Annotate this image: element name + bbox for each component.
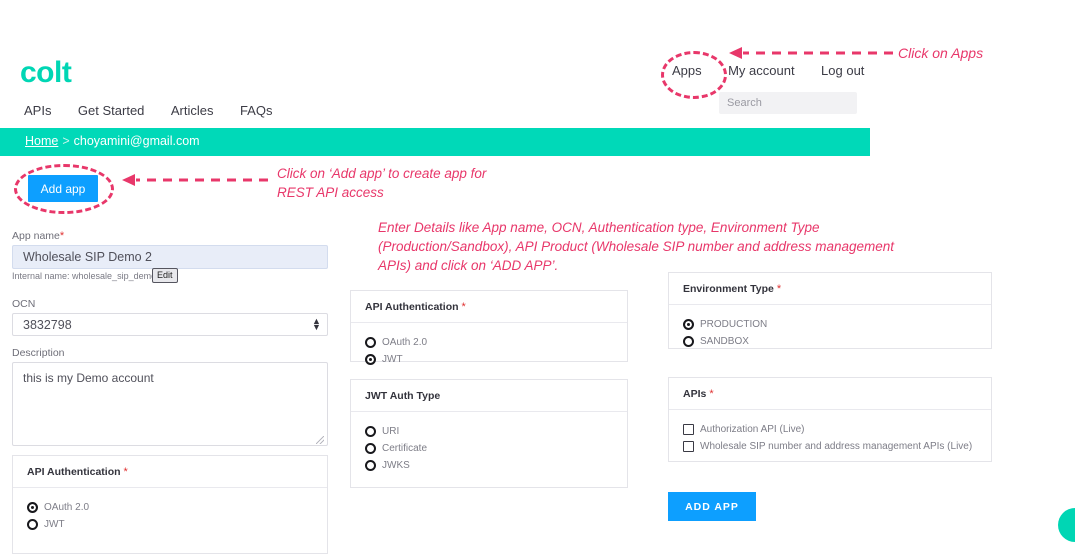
radio-label: JWKS	[382, 460, 410, 471]
panel-required-marker: *	[123, 465, 128, 478]
radio-label: PRODUCTION	[700, 319, 768, 330]
breadcrumb-home-link[interactable]: Home	[25, 134, 58, 148]
radio-option-uri[interactable]: URI	[365, 426, 613, 437]
checkbox-label: Wholesale SIP number and address managem…	[700, 441, 973, 452]
radio-option-oauth2[interactable]: OAuth 2.0	[365, 337, 613, 348]
panel-required-marker: *	[709, 387, 714, 400]
radio-label: JWT	[44, 519, 65, 530]
radio-option-production[interactable]: PRODUCTION	[683, 319, 977, 330]
panel-title: Environment Type	[683, 282, 774, 295]
radio-icon[interactable]	[365, 337, 376, 348]
panel-header: Environment Type *	[669, 273, 991, 305]
panel-title: API Authentication	[365, 300, 459, 313]
colt-logo: colt	[20, 56, 72, 89]
panel-title: APIs	[683, 387, 707, 400]
panel-required-marker: *	[461, 300, 466, 313]
panel-title: JWT Auth Type	[365, 389, 441, 402]
radio-label: SANDBOX	[700, 336, 749, 347]
radio-icon[interactable]	[365, 460, 376, 471]
radio-option-oauth2[interactable]: OAuth 2.0	[27, 502, 313, 513]
app-name-required-marker: *	[59, 230, 65, 242]
annotation-highlight-apps	[661, 51, 727, 99]
panel-title: API Authentication	[27, 465, 121, 478]
checkbox-icon[interactable]	[683, 441, 694, 452]
annotation-text-details: Enter Details like App name, OCN, Authen…	[378, 220, 895, 273]
annotation-arrow-apps-icon	[729, 47, 893, 59]
radio-label: JWT	[382, 354, 403, 365]
search-input[interactable]	[719, 92, 857, 114]
annotation-text-add-app: Click on ‘Add app’ to create app for RES…	[277, 166, 487, 200]
description-label: Description	[12, 347, 65, 359]
breadcrumb-current: choyamini@gmail.com	[73, 134, 200, 148]
radio-option-certificate[interactable]: Certificate	[365, 443, 613, 454]
breadcrumb-separator: >	[62, 134, 70, 148]
checkbox-option-wholesale-sip-api[interactable]: Wholesale SIP number and address managem…	[683, 441, 977, 452]
nav-item-my-account[interactable]: My account	[728, 63, 794, 78]
panel-body: OAuth 2.0 JWT	[351, 323, 627, 377]
breadcrumb-bar: Home > choyamini@gmail.com	[0, 128, 870, 156]
app-name-label-text: App name	[12, 230, 60, 242]
site-header: colt APIs Get Started Articles FAQs Apps…	[0, 0, 1075, 128]
description-textarea[interactable]	[12, 362, 328, 446]
panel-header: APIs *	[669, 378, 991, 410]
panel-required-marker: *	[776, 282, 782, 295]
radio-icon[interactable]	[365, 443, 376, 454]
ocn-label: OCN	[12, 298, 36, 310]
radio-label: OAuth 2.0	[382, 337, 428, 348]
edit-internal-name-button[interactable]: Edit	[152, 268, 178, 283]
annotation-text-apps: Click on Apps	[898, 45, 984, 61]
nav-item-log-out[interactable]: Log out	[821, 63, 864, 78]
radio-option-sandbox[interactable]: SANDBOX	[683, 336, 977, 347]
radio-icon[interactable]	[27, 502, 38, 513]
nav-item-faqs[interactable]: FAQs	[240, 103, 273, 118]
nav-item-get-started[interactable]: Get Started	[78, 103, 144, 118]
checkbox-label: Authorization API (Live)	[700, 424, 805, 435]
panel-header: API Authentication *	[13, 456, 327, 488]
decorative-circle	[1058, 508, 1075, 542]
annotation-arrow-add-app-icon	[122, 174, 268, 186]
radio-icon[interactable]	[365, 426, 376, 437]
panel-environment-type: Environment Type * PRODUCTION SANDBOX	[668, 272, 992, 349]
checkbox-option-authorization-api[interactable]: Authorization API (Live)	[683, 424, 977, 435]
add-app-submit-button[interactable]: ADD APP	[668, 492, 756, 521]
radio-label: OAuth 2.0	[44, 502, 90, 513]
checkbox-icon[interactable]	[683, 424, 694, 435]
panel-api-authentication-left: API Authentication * OAuth 2.0 JWT	[12, 455, 328, 554]
nav-item-apis[interactable]: APIs	[24, 103, 51, 118]
app-name-input[interactable]	[12, 245, 328, 269]
radio-option-jwt[interactable]: JWT	[27, 519, 313, 530]
nav-item-articles[interactable]: Articles	[171, 103, 214, 118]
app-name-label: App name*	[12, 230, 64, 242]
panel-apis: APIs * Authorization API (Live) Wholesale…	[668, 377, 992, 462]
main-navigation: APIs Get Started Articles FAQs	[24, 102, 294, 120]
radio-label: Certificate	[382, 443, 428, 454]
panel-header: JWT Auth Type	[351, 380, 627, 412]
panel-body: PRODUCTION SANDBOX	[669, 305, 991, 359]
radio-icon[interactable]	[365, 354, 376, 365]
panel-body: Authorization API (Live) Wholesale SIP n…	[669, 410, 991, 464]
breadcrumb: Home > choyamini@gmail.com	[25, 134, 200, 148]
radio-option-jwks[interactable]: JWKS	[365, 460, 613, 471]
ocn-select[interactable]: 3832798	[12, 313, 328, 336]
radio-icon[interactable]	[683, 319, 694, 330]
panel-api-authentication-middle: API Authentication * OAuth 2.0 JWT	[350, 290, 628, 365]
radio-label: URI	[382, 426, 400, 437]
panel-body: URI Certificate JWKS	[351, 412, 627, 483]
ocn-stepper-icon: ▲ ▼	[312, 316, 321, 332]
annotation-highlight-add-app	[14, 164, 114, 214]
radio-icon[interactable]	[683, 336, 694, 347]
panel-header: API Authentication *	[351, 291, 627, 323]
panel-jwt-auth-type: JWT Auth Type URI Certificate JWKS	[350, 379, 628, 488]
textarea-resize-handle-icon[interactable]	[316, 436, 324, 444]
panel-body: OAuth 2.0 JWT	[13, 488, 327, 542]
radio-option-jwt[interactable]: JWT	[365, 354, 613, 365]
radio-icon[interactable]	[27, 519, 38, 530]
internal-name-text: Internal name: wholesale_sip_demo_2	[12, 271, 167, 281]
